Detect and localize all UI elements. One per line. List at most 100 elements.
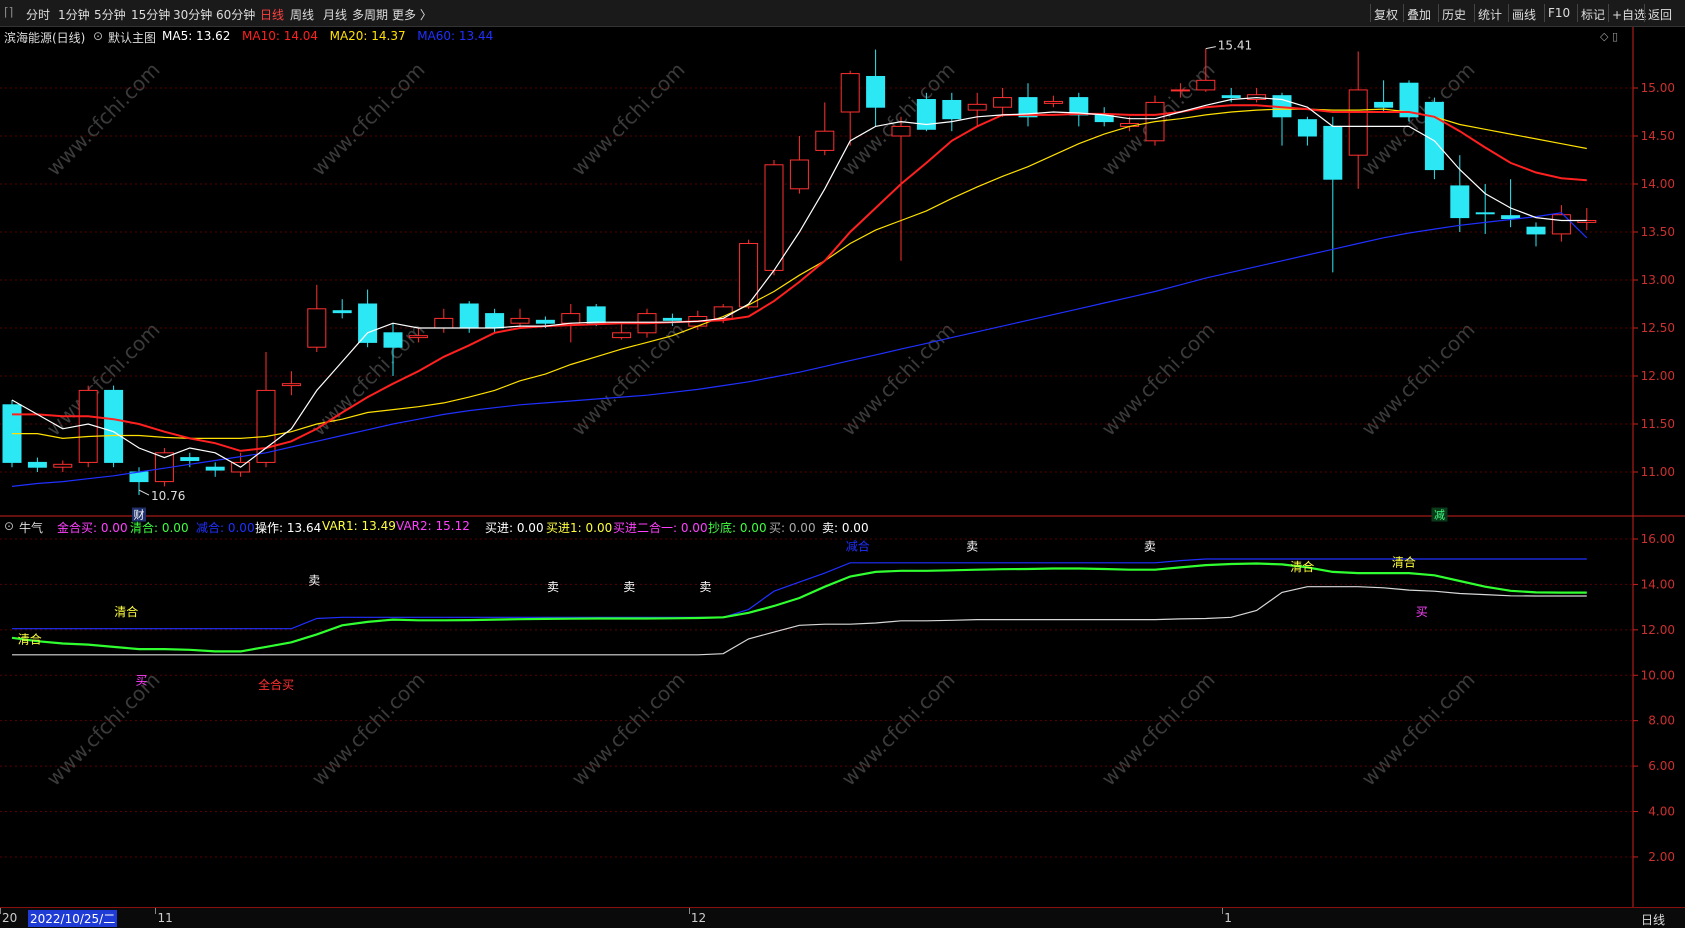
candle-body [1196, 79, 1216, 91]
indicator-line-qinghe [11, 562, 1587, 653]
tick-label: 15.00 [1641, 81, 1675, 95]
date-tick [155, 908, 157, 914]
tick-label: 11.00 [1641, 465, 1675, 479]
candle-body [1374, 101, 1394, 108]
date-tick [0, 908, 1, 914]
toolbar-button[interactable]: +自选 [1612, 6, 1646, 23]
ma-value: MA20: 14.37 [329, 29, 406, 43]
toolbar-button[interactable]: 复权 [1374, 6, 1398, 23]
tab-timeframe[interactable]: 5分钟 [94, 6, 126, 23]
candle-body [485, 313, 505, 329]
tick-label: 11.50 [1641, 417, 1675, 431]
tab-timeframe[interactable]: 周线 [290, 6, 314, 23]
tab-timeframe[interactable]: 30分钟 [173, 6, 212, 23]
candle-body [1170, 89, 1190, 92]
template-toggle-icon: ⊙ [93, 29, 104, 43]
tick-label: 12.00 [1641, 623, 1675, 637]
toolbar-button[interactable]: 画线 [1512, 6, 1536, 23]
ma-value: MA5: 13.62 [162, 29, 231, 43]
indicator-value: 买进1: 0.00 [546, 521, 613, 535]
tab-timeframe[interactable]: 多周期 [352, 6, 388, 23]
indicator-value: 抄底: 0.00 [708, 521, 767, 535]
candle-body [1551, 214, 1571, 235]
toolbar-button[interactable]: 标记 [1581, 6, 1605, 23]
signal-label: 卖 [966, 539, 978, 553]
tab-timeframe[interactable]: 分时 [26, 6, 50, 23]
toolbar: ⌈⌉ 分时 1分钟 5分钟 15分钟 30分钟 60分钟 日线 周线 月线 多周期 更多 〉 复权叠… [0, 0, 1685, 27]
stock-chart[interactable]: www.cfchi.com www.cfchi.com www.cfchi.com w… [0, 27, 1685, 907]
toolbar-button[interactable]: 历史 [1442, 6, 1466, 23]
tick-label: 14.00 [1641, 177, 1675, 191]
candle-body [789, 159, 809, 190]
candle-body [586, 306, 606, 324]
tick-label: 14.00 [1641, 577, 1675, 591]
indicator-value: 清合: 0.00 [130, 521, 189, 535]
candle-body [993, 97, 1013, 108]
signal-label: 卖 [1144, 539, 1156, 553]
candle-body [1297, 119, 1317, 137]
candle-body [840, 73, 860, 113]
candle-body [1348, 89, 1368, 156]
candle-body [662, 317, 682, 321]
candle-body [1450, 185, 1470, 219]
watermark-text: www.cfchi.com [307, 668, 430, 791]
signal-marker: 减 [1434, 509, 1445, 522]
candle-body [535, 319, 555, 324]
toolbar-separator [1438, 4, 1439, 22]
indicator-value: 买: 0.00 [769, 521, 816, 535]
toolbar-button[interactable]: 返回 [1648, 6, 1672, 23]
signal-label: 买 [1416, 605, 1428, 619]
candle-body [815, 130, 835, 151]
watermark-text: www.cfchi.com [1097, 318, 1220, 441]
candle-body [281, 383, 301, 387]
toolbar-button[interactable]: 统计 [1478, 6, 1502, 23]
candle-body [1526, 226, 1546, 235]
tab-timeframe[interactable]: 15分钟 [131, 6, 170, 23]
indicator-value: 减合: 0.00 [196, 521, 255, 535]
low-marker-line [138, 489, 150, 496]
candle-body [1221, 95, 1241, 99]
candle-body [459, 303, 479, 329]
indicator-value: 操作: 13.64 [255, 521, 322, 535]
candle-body [1043, 100, 1063, 104]
ma-value: MA10: 14.04 [242, 29, 319, 43]
tab-timeframe[interactable]: 日线 [260, 6, 284, 23]
tab-timeframe[interactable]: 60分钟 [216, 6, 255, 23]
watermark-text: www.cfchi.com [1357, 58, 1480, 181]
chart-annotations: 清合清合买 全合买卖卖卖卖减合卖卖清合 清合买15.4110.76财减 [18, 39, 1448, 692]
date-label: 20 [2, 911, 18, 925]
signal-label: 买 [136, 673, 148, 687]
signal-label: 卖 [547, 580, 559, 594]
watermark-text: www.cfchi.com [307, 58, 430, 181]
tab-timeframe[interactable]: 1分钟 [58, 6, 90, 23]
tick-label: 14.50 [1641, 129, 1675, 143]
toolbar-button[interactable]: 叠加 [1407, 6, 1431, 23]
tick-label: 12.00 [1641, 369, 1675, 383]
toolbar-separator [1403, 4, 1404, 22]
watermark-text: www.cfchi.com [42, 58, 165, 181]
candle-body [53, 463, 73, 468]
period-label[interactable]: 日线 [1641, 911, 1665, 928]
high-label: 15.41 [1218, 39, 1252, 53]
watermark-text: www.cfchi.com [567, 58, 690, 181]
toolbar-separator [1577, 4, 1578, 22]
date-label: 11 [157, 911, 173, 925]
tick-label: 16.00 [1641, 532, 1675, 546]
signal-label: 清合 [114, 604, 138, 619]
signal-label: 卖 [623, 580, 635, 594]
candle-body [1323, 125, 1343, 180]
menu-icon[interactable]: ⌈⌉ [4, 5, 13, 19]
signal-label: 卖 [308, 573, 320, 587]
tab-timeframe[interactable]: 更多 〉 [392, 6, 432, 23]
price-axis: 15.00 14.50 14.00 13.50 13.00 12.50 12.00 11.50… [1633, 81, 1675, 864]
toolbar-button[interactable]: F10 [1548, 6, 1570, 20]
tick-label: 4.00 [1648, 805, 1675, 819]
chart-corner-icons[interactable]: ◇ ▯ [1600, 30, 1618, 43]
cursor-date: 2022/10/25/二 [28, 910, 118, 927]
indicator-line-jianhe [12, 558, 1587, 630]
candle-body [612, 332, 632, 339]
tick-label: 10.00 [1641, 668, 1675, 682]
candlesticks [2, 48, 1597, 496]
candle-body [205, 466, 225, 471]
tab-timeframe[interactable]: 月线 [323, 6, 347, 23]
